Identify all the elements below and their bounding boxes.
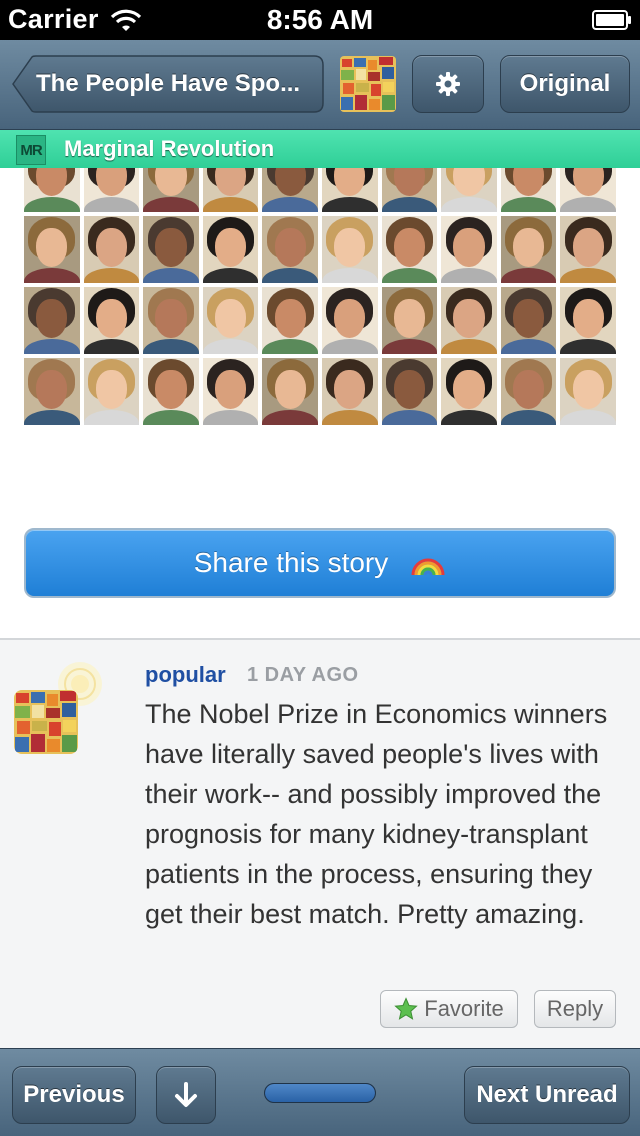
reply-button[interactable]: Reply <box>534 990 616 1028</box>
bottom-toolbar: Previous Next Unread <box>0 1048 640 1136</box>
portrait-photo <box>202 287 259 354</box>
screen: Carrier 8:56 AM The People Have Spo... O… <box>0 0 640 1136</box>
previous-button[interactable]: Previous <box>12 1066 136 1124</box>
portrait-photo <box>262 358 318 425</box>
portrait-photo <box>500 358 557 425</box>
portrait-photo <box>441 216 497 283</box>
mosaic-avatar-image <box>14 690 78 754</box>
back-button[interactable]: The People Have Spo... <box>12 55 324 113</box>
portrait-photo <box>202 358 259 425</box>
settings-button[interactable] <box>412 55 484 113</box>
portrait-photo <box>202 216 259 283</box>
portrait-photo <box>143 358 199 425</box>
arrow-down-icon <box>175 1082 197 1107</box>
favorite-button[interactable]: Favorite <box>380 990 518 1028</box>
portrait-photo <box>262 287 318 354</box>
portrait-photo <box>381 358 438 425</box>
portrait-photo <box>24 287 80 354</box>
comment-username[interactable]: popular <box>145 662 226 688</box>
rainbow-icon <box>411 558 445 576</box>
portrait-photo <box>381 287 438 354</box>
portrait-photo <box>441 287 497 354</box>
comment-timestamp: 1 DAY AGO <box>247 664 359 686</box>
portrait-photo <box>143 287 199 354</box>
read-progress-fill <box>265 1084 375 1102</box>
mosaic-thumbnail-image <box>340 56 396 112</box>
feed-thumbnail[interactable] <box>340 56 396 112</box>
portrait-photo <box>321 216 378 283</box>
portrait-photo <box>83 358 140 425</box>
portrait-photo <box>83 287 140 354</box>
original-button[interactable]: Original <box>500 55 630 113</box>
portrait-photo <box>560 287 616 354</box>
feed-name: Marginal Revolution <box>64 136 275 161</box>
portrait-photo <box>500 287 557 354</box>
share-story-button[interactable]: Share this story <box>24 528 616 598</box>
scroll-down-button[interactable] <box>156 1066 216 1124</box>
portrait-photo <box>83 216 140 283</box>
story-image-portrait-grid <box>24 145 616 425</box>
portrait-photo <box>500 216 557 283</box>
portrait-photo <box>24 216 80 283</box>
feed-banner[interactable]: MR Marginal Revolution <box>0 130 640 168</box>
comment-text: The Nobel Prize in Economics winners hav… <box>145 699 608 929</box>
status-bar: Carrier 8:56 AM <box>0 0 640 40</box>
favorite-label: Favorite <box>424 996 504 1021</box>
next-unread-button[interactable]: Next Unread <box>464 1066 630 1124</box>
gear-icon <box>436 72 460 96</box>
feed-logo: MR <box>16 135 46 165</box>
portrait-photo <box>560 358 616 425</box>
portrait-photo <box>24 358 80 425</box>
share-story-label: Share this story <box>193 547 389 578</box>
portrait-photo <box>381 216 438 283</box>
portrait-photo <box>321 358 378 425</box>
portrait-photo <box>143 216 199 283</box>
read-progress-bar <box>264 1083 376 1103</box>
navigation-bar: The People Have Spo... Original <box>0 40 640 130</box>
portrait-photo <box>560 216 616 283</box>
star-icon <box>394 997 418 1020</box>
battery-icon <box>592 10 631 30</box>
clock: 8:56 AM <box>266 4 374 35</box>
portrait-photo <box>262 216 318 283</box>
comment-section: popular 1 DAY AGO The Nobel Prize in Eco… <box>0 638 640 1048</box>
avatar[interactable] <box>14 690 78 754</box>
portrait-photo <box>441 358 497 425</box>
portrait-photo <box>321 287 378 354</box>
back-button-label: The People Have Spo... <box>36 70 301 97</box>
